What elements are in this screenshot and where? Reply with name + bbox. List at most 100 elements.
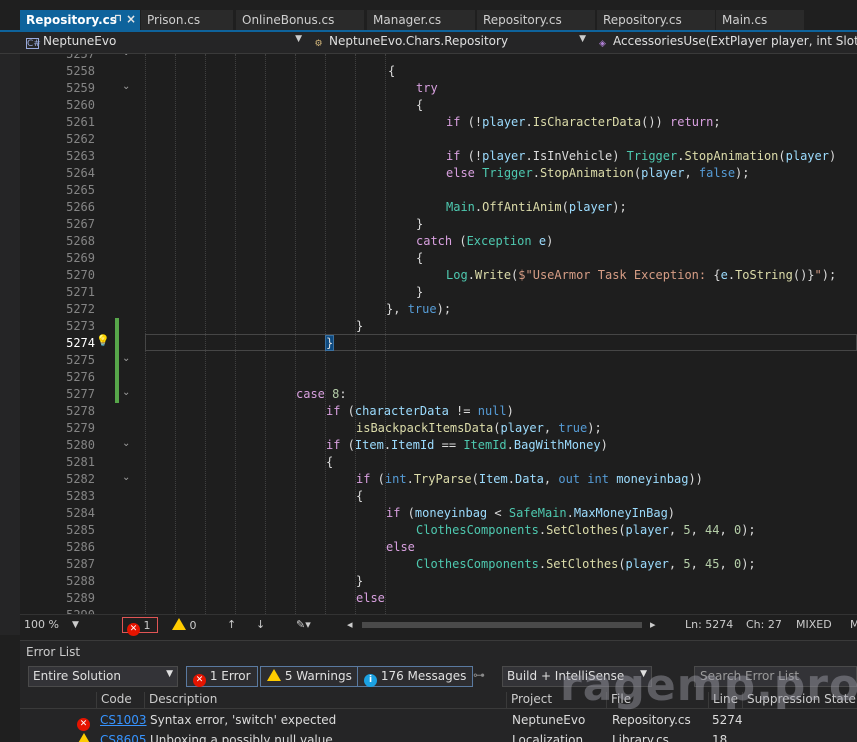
- line-number: 5264: [66, 166, 95, 180]
- line-ending-indicator[interactable]: MIXED: [796, 618, 832, 631]
- fold-chevron-icon[interactable]: ⌄: [122, 472, 130, 483]
- code-line-5272: }, true);: [386, 302, 452, 316]
- csharp-project-icon: C#: [26, 38, 41, 49]
- scroll-left-icon[interactable]: ◂: [347, 618, 353, 631]
- tab-onlinebonus[interactable]: OnlineBonus.cs: [236, 10, 364, 30]
- pin-icon[interactable]: ⊓: [114, 13, 122, 24]
- class-dropdown[interactable]: ⚙ NeptuneEvo.Chars.Repository ▼: [308, 34, 590, 52]
- error-code-link[interactable]: CS8605: [100, 733, 147, 742]
- error-description: Unboxing a possibly null value.: [150, 733, 337, 742]
- code-line-5286: else: [386, 540, 415, 554]
- table-row[interactable]: CS8605 Unboxing a possibly null value. L…: [20, 730, 857, 742]
- error-count: 1: [143, 619, 151, 632]
- fold-chevron-icon[interactable]: ⌄: [122, 81, 130, 92]
- line-number: 5262: [66, 132, 95, 146]
- scope-label: Entire Solution: [33, 669, 121, 683]
- class-icon: ⚙: [314, 39, 323, 49]
- fold-chevron-icon[interactable]: ⌄: [122, 438, 130, 449]
- code-line-5270: Log.Write($"UseArmor Task Exception: {e.…: [446, 268, 837, 282]
- line-number: 5259: [66, 81, 95, 95]
- tab-main[interactable]: Main.cs: [716, 10, 804, 30]
- error-line: 18: [712, 733, 728, 742]
- tab-label: Repository.cs: [26, 13, 117, 27]
- messages-filter-label: 176 Messages: [380, 669, 467, 683]
- tab-repository-active[interactable]: Repository.cs ⊓ ×: [20, 10, 140, 30]
- code-editor[interactable]: 5257 ⌄ 5258 5259 ⌄ 5260 5261 5262 5263 5264 5265 52…: [20, 54, 857, 614]
- next-issue-icon[interactable]: ↓: [256, 618, 265, 631]
- line-number: 5271: [66, 285, 95, 299]
- line-number: 5263: [66, 149, 95, 163]
- errors-filter-button[interactable]: ✕ 1 Error: [186, 666, 258, 687]
- tab-prison[interactable]: Prison.cs: [141, 10, 233, 30]
- navigation-bar: C# NeptuneEvo ▼ ⚙ NeptuneEvo.Chars.Reposit…: [0, 32, 857, 54]
- watermark: ragemp.pro: [560, 660, 857, 711]
- code-line-5271: }: [416, 285, 424, 299]
- previous-issue-icon[interactable]: ↑: [227, 618, 236, 631]
- error-icon: ✕: [77, 713, 90, 731]
- member-dropdown[interactable]: ◈ AccessoriesUse(ExtPlayer player, int Sl…: [592, 34, 857, 52]
- line-number: 5278: [66, 404, 95, 418]
- code-line-5269: {: [416, 251, 424, 265]
- tab-repository-2[interactable]: Repository.cs: [477, 10, 595, 30]
- filter-icon[interactable]: ⊶: [473, 668, 485, 682]
- project-dropdown[interactable]: C# NeptuneEvo ▼: [22, 34, 306, 52]
- fold-chevron-icon[interactable]: ⌄: [122, 353, 130, 364]
- encoding-indicator[interactable]: M: [850, 618, 857, 631]
- line-number: 5265: [66, 183, 95, 197]
- fold-chevron-icon[interactable]: ⌄: [122, 387, 130, 398]
- column-header-code[interactable]: Code: [96, 692, 132, 709]
- error-count-indicator[interactable]: ✕ 1: [122, 617, 158, 636]
- code-line-5289: else: [356, 591, 385, 605]
- chevron-down-icon: ▼: [295, 34, 302, 44]
- code-line-5287: ClothesComponents.SetClothes(player, 5, …: [416, 557, 756, 571]
- horizontal-scrollbar[interactable]: [362, 622, 642, 628]
- warning-icon: [77, 733, 91, 742]
- scope-dropdown[interactable]: Entire Solution ▼: [28, 666, 178, 687]
- tab-repository-3[interactable]: Repository.cs: [597, 10, 715, 30]
- column-indicator: Ch: 27: [746, 618, 782, 631]
- error-file: Library.cs: [612, 733, 669, 742]
- tab-label: Repository.cs: [483, 13, 562, 27]
- tab-label: Main.cs: [722, 13, 768, 27]
- line-number: 5261: [66, 115, 95, 129]
- table-row[interactable]: ✕ CS1003 Syntax error, 'switch' expected…: [20, 710, 857, 731]
- warning-icon: [172, 618, 186, 630]
- line-indicator: Ln: 5274: [685, 618, 734, 631]
- cleanup-brush-icon[interactable]: ✎▾: [296, 618, 311, 631]
- code-line-5283: {: [356, 489, 364, 503]
- chevron-down-icon[interactable]: ▼: [72, 620, 79, 630]
- fold-chevron-icon[interactable]: ⌄: [122, 54, 130, 58]
- close-icon[interactable]: ×: [126, 12, 136, 26]
- method-icon: ◈: [599, 39, 606, 49]
- scroll-right-icon[interactable]: ▸: [650, 618, 656, 631]
- error-project: NeptuneEvo: [512, 713, 586, 727]
- tab-manager[interactable]: Manager.cs: [367, 10, 475, 30]
- error-code-link[interactable]: CS1003: [100, 713, 147, 727]
- warnings-filter-button[interactable]: 5 Warnings: [260, 666, 359, 687]
- error-line: 5274: [712, 713, 743, 727]
- warning-icon: [267, 669, 281, 681]
- chevron-down-icon: ▼: [579, 34, 586, 44]
- line-number: 5284: [66, 506, 95, 520]
- line-number: 5270: [66, 268, 95, 282]
- code-line-5282: if (int.TryParse(Item.Data, out int mone…: [356, 472, 703, 486]
- column-header-description[interactable]: Description: [144, 692, 217, 709]
- tab-label: Prison.cs: [147, 13, 201, 27]
- line-number: 5288: [66, 574, 95, 588]
- change-tracking-bar: [115, 318, 119, 403]
- current-line-highlight: [145, 334, 857, 351]
- code-line-5288: }: [356, 574, 364, 588]
- warning-count: 0: [189, 619, 197, 632]
- code-line-5273: }: [356, 319, 364, 333]
- messages-filter-button[interactable]: i 176 Messages: [357, 666, 474, 687]
- code-line-5266: Main.OffAntiAnim(player);: [446, 200, 627, 214]
- column-header-project[interactable]: Project: [506, 692, 552, 709]
- lightbulb-icon[interactable]: 💡: [96, 334, 110, 347]
- code-line-5263: if (!player.IsInVehicle) Trigger.StopAni…: [446, 149, 837, 163]
- document-tab-bar: Repository.cs ⊓ × Prison.cs OnlineBonus.…: [0, 0, 857, 32]
- tab-label: Repository.cs: [603, 13, 682, 27]
- code-area[interactable]: { try { if (!player.IsCharacterData()) r…: [145, 54, 857, 614]
- warning-count-indicator[interactable]: 0: [172, 618, 197, 632]
- code-line-5274: }​: [324, 335, 335, 351]
- zoom-level[interactable]: 100 %: [24, 618, 59, 631]
